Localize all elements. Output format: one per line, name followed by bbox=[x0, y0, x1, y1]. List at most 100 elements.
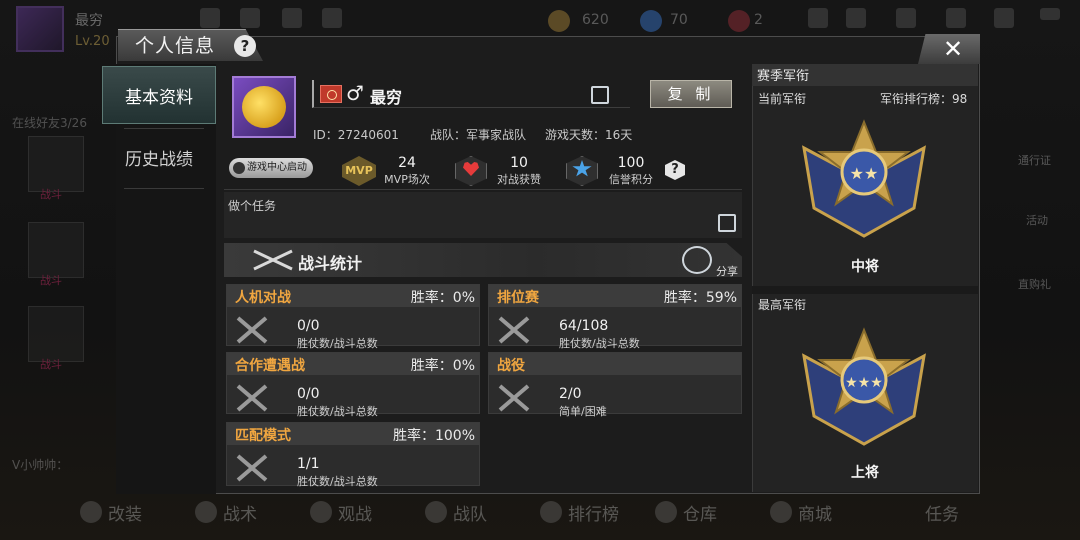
event-icon[interactable] bbox=[240, 8, 260, 28]
skull-icon bbox=[195, 501, 217, 523]
card-sublabel: 胜仗数/战斗总数 bbox=[297, 337, 378, 350]
credit-label: 信誉积分 bbox=[609, 173, 653, 186]
settings-gear-icon[interactable] bbox=[946, 8, 966, 28]
highest-rank-badge-icon: ★★★ bbox=[802, 327, 926, 446]
crossed-swords-icon bbox=[236, 454, 268, 482]
friends-icon[interactable] bbox=[846, 8, 866, 28]
activity-label[interactable]: 活动 bbox=[1026, 212, 1048, 228]
crossed-swords-icon bbox=[498, 384, 530, 412]
hud-card-label: 战斗 bbox=[40, 188, 62, 201]
stat-card-match: 匹配模式 胜率：100% 1/1 胜仗数/战斗总数 bbox=[226, 422, 480, 488]
nav-shop[interactable]: 商城 bbox=[770, 492, 885, 532]
card-title: 排位赛 bbox=[497, 290, 539, 306]
credit-stat: 100 信誉积分 bbox=[604, 155, 658, 187]
share-icon[interactable] bbox=[682, 246, 712, 274]
task-box bbox=[224, 192, 742, 238]
card-header: 战役 bbox=[489, 353, 741, 375]
shop-icon bbox=[770, 501, 792, 523]
nav-modify[interactable]: 改装 bbox=[80, 492, 195, 532]
credit-value: 100 bbox=[617, 155, 645, 171]
likes-stat: 10 对战获赞 bbox=[492, 155, 546, 187]
tab-basic-info[interactable]: 基本资料 bbox=[102, 66, 216, 124]
hud-level: Lv.20 bbox=[75, 34, 110, 49]
nav-label: 任务 bbox=[925, 504, 959, 525]
team-flag-icon bbox=[320, 85, 342, 103]
card-title: 合作遭遇战 bbox=[235, 358, 305, 374]
nav-label: 战队 bbox=[453, 504, 487, 525]
diamond-icon bbox=[640, 10, 662, 32]
mvp-label: MVP场次 bbox=[384, 173, 430, 186]
combat-stats-title: 战斗统计 bbox=[298, 254, 363, 273]
nav-label: 仓库 bbox=[683, 504, 717, 525]
crossed-swords-icon bbox=[498, 316, 530, 344]
room-icon[interactable] bbox=[994, 8, 1014, 28]
stat-card-campaign: 战役 2/0 简单/困难 bbox=[488, 352, 742, 418]
gender-male-icon: ♂ bbox=[346, 81, 364, 105]
play-days: 游戏天数：16天 bbox=[545, 128, 633, 142]
tab-divider bbox=[124, 188, 204, 189]
stat-card-coop: 合作遭遇战 胜率：0% 0/0 胜仗数/战斗总数 bbox=[226, 352, 480, 418]
card-sublabel: 胜仗数/战斗总数 bbox=[559, 337, 640, 350]
card-win-rate: 胜率：100% bbox=[392, 428, 475, 444]
hud-card-label: 战斗 bbox=[40, 358, 62, 371]
highest-rank-label: 最高军衔 bbox=[758, 298, 807, 312]
hud-avatar[interactable] bbox=[16, 6, 64, 52]
hud-top-bar: 最穷 Lv.20 620 70 2 bbox=[0, 0, 1080, 52]
hud-friend-card[interactable] bbox=[28, 222, 84, 278]
card-win-rate: 胜率：0% bbox=[410, 358, 475, 374]
mvp-value: 24 bbox=[398, 155, 416, 171]
shield-icon bbox=[425, 501, 447, 523]
plus-icon[interactable] bbox=[808, 8, 828, 28]
nav-spectate[interactable]: 观战 bbox=[310, 492, 425, 532]
tab-history[interactable]: 历史战绩 bbox=[102, 128, 216, 186]
star-icon bbox=[310, 501, 332, 523]
wrench-icon bbox=[80, 501, 102, 523]
card-win-rate: 胜率：0% bbox=[410, 290, 475, 306]
crossed-swords-icon bbox=[236, 384, 268, 412]
pass-label[interactable]: 通行证 bbox=[1018, 152, 1051, 168]
card-value: 0/0 bbox=[297, 318, 320, 334]
currency-ticket: 2 bbox=[754, 12, 763, 28]
hud-friend-card[interactable] bbox=[28, 136, 84, 192]
close-button[interactable]: ✕ bbox=[918, 34, 980, 64]
chat-preview[interactable]: V小帅帅： bbox=[12, 456, 68, 473]
nav-label: 战术 bbox=[223, 504, 257, 525]
player-name: 最穷 bbox=[370, 88, 403, 107]
card-value: 64/108 bbox=[559, 318, 609, 334]
nav-tasks[interactable]: 任务 bbox=[925, 492, 1040, 532]
help-icon[interactable]: ? bbox=[234, 35, 256, 57]
rank-leaderboard[interactable]: 军衔排行榜：98 bbox=[880, 90, 967, 107]
card-sublabel: 简单/困难 bbox=[559, 405, 607, 418]
hud-card-label: 战斗 bbox=[40, 274, 62, 287]
mail-icon[interactable] bbox=[896, 8, 916, 28]
nav-team[interactable]: 战队 bbox=[425, 492, 540, 532]
online-friends-text: 在线好友3/26 bbox=[12, 116, 87, 130]
house-icon bbox=[655, 501, 677, 523]
nav-label: 观战 bbox=[338, 504, 372, 525]
home-icon[interactable] bbox=[200, 8, 220, 28]
gift-icon[interactable] bbox=[282, 8, 302, 28]
hud-friend-card[interactable] bbox=[28, 306, 84, 362]
copy-button[interactable]: 复 制 bbox=[650, 80, 732, 108]
current-rank-name: 中将 bbox=[851, 259, 879, 275]
direct-gift-label[interactable]: 直购礼 bbox=[1018, 276, 1051, 292]
card-value: 0/0 bbox=[297, 386, 320, 402]
share-label[interactable]: 分享 bbox=[716, 263, 738, 279]
game-center-badge[interactable]: 游戏中心启动 bbox=[229, 158, 313, 178]
avatar-image bbox=[242, 86, 286, 128]
nav-warehouse[interactable]: 仓库 bbox=[655, 492, 770, 532]
profile-avatar[interactable] bbox=[232, 76, 296, 138]
grid-icon[interactable] bbox=[322, 8, 342, 28]
likes-label: 对战获赞 bbox=[497, 173, 541, 186]
player-team: 战队：军事家战队 bbox=[430, 128, 527, 142]
card-title: 匹配模式 bbox=[235, 428, 291, 444]
svg-text:★★★: ★★★ bbox=[845, 375, 883, 391]
hud-left-panel: 在线好友3/26 战斗 战斗 战斗 V小帅帅： bbox=[0, 84, 110, 484]
nav-tactics[interactable]: 战术 bbox=[195, 492, 310, 532]
nav-leaderboard[interactable]: 排行榜 bbox=[540, 492, 655, 532]
card-value: 1/1 bbox=[297, 456, 320, 472]
edit-name-icon[interactable] bbox=[591, 86, 609, 104]
gold-coin-icon bbox=[548, 10, 570, 32]
card-header: 人机对战 胜率：0% bbox=[227, 285, 479, 307]
edit-task-icon[interactable] bbox=[718, 214, 736, 232]
